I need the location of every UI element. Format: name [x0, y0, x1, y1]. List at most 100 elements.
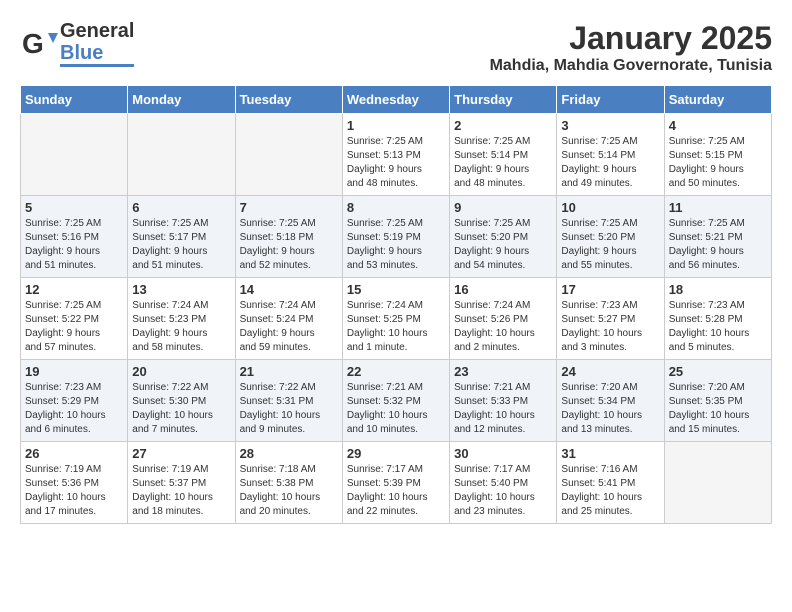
day-number: 2	[454, 118, 552, 133]
calendar-day-cell: 14 Sunrise: 7:24 AM Sunset: 5:24 PM Dayli…	[235, 278, 342, 360]
calendar-day-cell: 3Sunrise: 7:25 AM Sunset: 5:14 PM Daylig…	[557, 114, 664, 196]
day-number: 10	[561, 200, 659, 215]
calendar-day-cell: 20Sunrise: 7:22 AM Sunset: 5:30 PM Dayli…	[128, 360, 235, 442]
logo-icon: G	[20, 25, 58, 63]
calendar-day-cell: 22 Sunrise: 7:21 AM Sunset: 5:32 PM Dayli…	[342, 360, 449, 442]
calendar-day-cell: 23 Sunrise: 7:21 AM Sunset: 5:33 PM Dayli…	[450, 360, 557, 442]
calendar-week-row: 5 Sunrise: 7:25 AM Sunset: 5:16 PM Daylig…	[21, 196, 772, 278]
calendar-subtitle: Mahdia, Mahdia Governorate, Tunisia	[490, 57, 772, 75]
calendar-day-cell: 15Sunrise: 7:24 AM Sunset: 5:25 PM Dayli…	[342, 278, 449, 360]
day-number: 14	[240, 282, 338, 297]
calendar-day-cell: 21Sunrise: 7:22 AM Sunset: 5:31 PM Dayli…	[235, 360, 342, 442]
day-info: Sunrise: 7:25 AM Sunset: 5:22 PM Dayligh…	[25, 299, 123, 355]
day-info: Sunrise: 7:25 AM Sunset: 5:15 PM Dayligh…	[669, 135, 767, 191]
day-info: Sunrise: 7:16 AM Sunset: 5:41 PM Dayligh…	[561, 463, 659, 519]
weekday-header-saturday: Saturday	[664, 86, 771, 114]
day-info: Sunrise: 7:25 AM Sunset: 5:20 PM Dayligh…	[454, 217, 552, 273]
title-area: January 2025 Mahdia, Mahdia Governorate,…	[490, 20, 772, 75]
day-info: Sunrise: 7:25 AM Sunset: 5:20 PM Dayligh…	[561, 217, 659, 273]
calendar-day-cell: 1 Sunrise: 7:25 AM Sunset: 5:13 PM Daylig…	[342, 114, 449, 196]
day-number: 27	[132, 446, 230, 461]
calendar-day-cell: 13 Sunrise: 7:24 AM Sunset: 5:23 PM Dayli…	[128, 278, 235, 360]
day-info: Sunrise: 7:17 AM Sunset: 5:39 PM Dayligh…	[347, 463, 445, 519]
calendar-day-cell: 31 Sunrise: 7:16 AM Sunset: 5:41 PM Dayli…	[557, 442, 664, 524]
calendar-day-cell: 12 Sunrise: 7:25 AM Sunset: 5:22 PM Dayli…	[21, 278, 128, 360]
calendar-week-row: 1 Sunrise: 7:25 AM Sunset: 5:13 PM Daylig…	[21, 114, 772, 196]
page-header: G General Blue January 2025 Mahdia, Mahd…	[20, 20, 772, 75]
calendar-day-cell: 2 Sunrise: 7:25 AM Sunset: 5:14 PM Daylig…	[450, 114, 557, 196]
day-info: Sunrise: 7:17 AM Sunset: 5:40 PM Dayligh…	[454, 463, 552, 519]
calendar-day-cell: 10 Sunrise: 7:25 AM Sunset: 5:20 PM Dayli…	[557, 196, 664, 278]
calendar-day-cell: 30Sunrise: 7:17 AM Sunset: 5:40 PM Dayli…	[450, 442, 557, 524]
calendar-week-row: 12 Sunrise: 7:25 AM Sunset: 5:22 PM Dayli…	[21, 278, 772, 360]
calendar-day-cell: 6 Sunrise: 7:25 AM Sunset: 5:17 PM Daylig…	[128, 196, 235, 278]
day-number: 17	[561, 282, 659, 297]
weekday-header-wednesday: Wednesday	[342, 86, 449, 114]
calendar-day-cell	[664, 442, 771, 524]
day-info: Sunrise: 7:21 AM Sunset: 5:32 PM Dayligh…	[347, 381, 445, 437]
day-number: 22	[347, 364, 445, 379]
calendar-title: January 2025	[490, 20, 772, 57]
day-number: 8	[347, 200, 445, 215]
calendar-table: SundayMondayTuesdayWednesdayThursdayFrid…	[20, 85, 772, 524]
calendar-day-cell: 4 Sunrise: 7:25 AM Sunset: 5:15 PM Daylig…	[664, 114, 771, 196]
calendar-week-row: 19 Sunrise: 7:23 AM Sunset: 5:29 PM Dayli…	[21, 360, 772, 442]
calendar-day-cell	[128, 114, 235, 196]
weekday-header-sunday: Sunday	[21, 86, 128, 114]
day-number: 13	[132, 282, 230, 297]
day-info: Sunrise: 7:21 AM Sunset: 5:33 PM Dayligh…	[454, 381, 552, 437]
day-number: 5	[25, 200, 123, 215]
day-number: 7	[240, 200, 338, 215]
calendar-day-cell: 19 Sunrise: 7:23 AM Sunset: 5:29 PM Dayli…	[21, 360, 128, 442]
day-number: 16	[454, 282, 552, 297]
calendar-day-cell: 11Sunrise: 7:25 AM Sunset: 5:21 PM Dayli…	[664, 196, 771, 278]
day-number: 12	[25, 282, 123, 297]
calendar-day-cell: 5 Sunrise: 7:25 AM Sunset: 5:16 PM Daylig…	[21, 196, 128, 278]
day-info: Sunrise: 7:25 AM Sunset: 5:17 PM Dayligh…	[132, 217, 230, 273]
day-info: Sunrise: 7:25 AM Sunset: 5:14 PM Dayligh…	[561, 135, 659, 191]
day-number: 4	[669, 118, 767, 133]
weekday-header-monday: Monday	[128, 86, 235, 114]
day-info: Sunrise: 7:20 AM Sunset: 5:34 PM Dayligh…	[561, 381, 659, 437]
calendar-day-cell: 17 Sunrise: 7:23 AM Sunset: 5:27 PM Dayli…	[557, 278, 664, 360]
day-number: 28	[240, 446, 338, 461]
day-number: 31	[561, 446, 659, 461]
calendar-day-cell: 16 Sunrise: 7:24 AM Sunset: 5:26 PM Dayli…	[450, 278, 557, 360]
weekday-header-thursday: Thursday	[450, 86, 557, 114]
day-info: Sunrise: 7:23 AM Sunset: 5:27 PM Dayligh…	[561, 299, 659, 355]
day-info: Sunrise: 7:24 AM Sunset: 5:25 PM Dayligh…	[347, 299, 445, 355]
day-info: Sunrise: 7:22 AM Sunset: 5:30 PM Dayligh…	[132, 381, 230, 437]
day-number: 19	[25, 364, 123, 379]
day-info: Sunrise: 7:18 AM Sunset: 5:38 PM Dayligh…	[240, 463, 338, 519]
weekday-header-tuesday: Tuesday	[235, 86, 342, 114]
calendar-day-cell: 26Sunrise: 7:19 AM Sunset: 5:36 PM Dayli…	[21, 442, 128, 524]
day-info: Sunrise: 7:19 AM Sunset: 5:36 PM Dayligh…	[25, 463, 123, 519]
day-info: Sunrise: 7:25 AM Sunset: 5:18 PM Dayligh…	[240, 217, 338, 273]
day-info: Sunrise: 7:19 AM Sunset: 5:37 PM Dayligh…	[132, 463, 230, 519]
day-info: Sunrise: 7:25 AM Sunset: 5:14 PM Dayligh…	[454, 135, 552, 191]
day-info: Sunrise: 7:24 AM Sunset: 5:24 PM Dayligh…	[240, 299, 338, 355]
day-number: 21	[240, 364, 338, 379]
day-number: 6	[132, 200, 230, 215]
day-number: 25	[669, 364, 767, 379]
day-info: Sunrise: 7:25 AM Sunset: 5:19 PM Dayligh…	[347, 217, 445, 273]
day-number: 24	[561, 364, 659, 379]
calendar-day-cell: 8 Sunrise: 7:25 AM Sunset: 5:19 PM Daylig…	[342, 196, 449, 278]
day-number: 18	[669, 282, 767, 297]
day-info: Sunrise: 7:20 AM Sunset: 5:35 PM Dayligh…	[669, 381, 767, 437]
calendar-day-cell: 24 Sunrise: 7:20 AM Sunset: 5:34 PM Dayli…	[557, 360, 664, 442]
day-number: 11	[669, 200, 767, 215]
logo: G General Blue	[20, 20, 134, 67]
day-info: Sunrise: 7:25 AM Sunset: 5:13 PM Dayligh…	[347, 135, 445, 191]
calendar-day-cell: 25 Sunrise: 7:20 AM Sunset: 5:35 PM Dayli…	[664, 360, 771, 442]
day-number: 1	[347, 118, 445, 133]
logo-general: General	[60, 20, 134, 42]
day-info: Sunrise: 7:23 AM Sunset: 5:29 PM Dayligh…	[25, 381, 123, 437]
calendar-day-cell	[21, 114, 128, 196]
day-number: 23	[454, 364, 552, 379]
day-info: Sunrise: 7:25 AM Sunset: 5:16 PM Dayligh…	[25, 217, 123, 273]
calendar-day-cell: 29 Sunrise: 7:17 AM Sunset: 5:39 PM Dayli…	[342, 442, 449, 524]
day-info: Sunrise: 7:24 AM Sunset: 5:26 PM Dayligh…	[454, 299, 552, 355]
day-info: Sunrise: 7:24 AM Sunset: 5:23 PM Dayligh…	[132, 299, 230, 355]
day-number: 29	[347, 446, 445, 461]
